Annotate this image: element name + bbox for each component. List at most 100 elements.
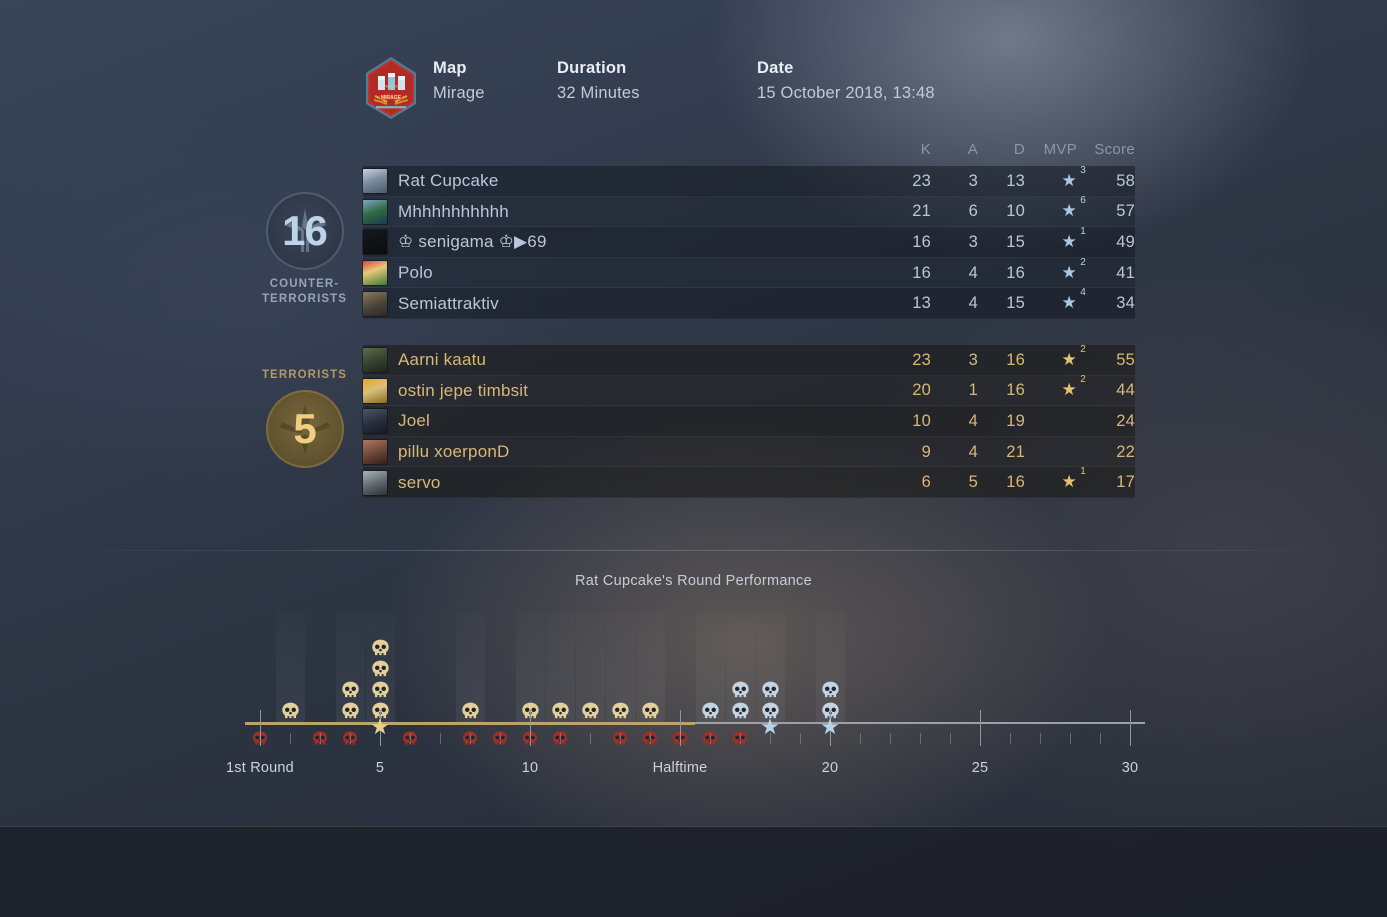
axis-tick xyxy=(290,733,291,744)
round-mvp-star-icon: ★ xyxy=(760,714,780,739)
player-deaths: 13 xyxy=(1006,171,1025,190)
avatar xyxy=(363,199,387,224)
round-column[interactable] xyxy=(695,612,725,722)
round-column[interactable] xyxy=(515,612,545,722)
chart-x-labels: 1st Round 5 10 Halftime 20 25 30 xyxy=(226,760,1145,782)
axis-tick xyxy=(920,733,921,744)
player-score: 22 xyxy=(1116,442,1135,461)
avatar xyxy=(363,470,387,495)
axis-tick-upper xyxy=(980,710,981,724)
meta-map: Map Mirage xyxy=(433,56,557,106)
player-mvp: ★ 2 xyxy=(1025,374,1086,400)
avatar xyxy=(363,261,387,286)
table-row[interactable]: ostin jepe timbsit 20 1 16 ★ 2 44 xyxy=(363,374,1135,407)
player-deaths: 16 xyxy=(1006,381,1025,400)
avatar xyxy=(363,291,387,316)
meta-duration: Duration 32 Minutes xyxy=(557,56,757,106)
table-row[interactable]: Joel 10 4 19 24 xyxy=(363,406,1135,437)
ct-score-disc: 16 xyxy=(265,192,344,270)
table-row[interactable]: Rat Cupcake 23 3 13 ★ 3 58 xyxy=(363,164,1135,197)
axis-tick xyxy=(800,733,801,744)
avatar xyxy=(363,409,387,434)
table-row[interactable]: pillu xoerponD 9 4 21 22 xyxy=(363,436,1135,468)
axis-tick xyxy=(410,733,411,744)
round-column[interactable] xyxy=(246,612,275,722)
star-icon: ★ 3 xyxy=(1061,164,1086,190)
match-details-page: MIRAGE OPERATION Map Mirage Duration 32 … xyxy=(0,0,1387,917)
player-mvp: ★ 3 xyxy=(1025,164,1086,191)
player-assists: 3 xyxy=(968,171,978,190)
table-row[interactable]: Polo 16 4 16 ★ 2 41 xyxy=(363,256,1135,289)
table-row[interactable]: Semiattraktiv 13 4 15 ★ 4 34 xyxy=(363,288,1135,319)
axis-tick xyxy=(680,724,681,746)
round-column[interactable] xyxy=(365,612,395,722)
axis-tick xyxy=(1010,733,1011,744)
axis-tick xyxy=(620,733,621,744)
avatar xyxy=(363,169,387,194)
mvp-count: 1 xyxy=(1080,466,1086,478)
player-score: 58 xyxy=(1116,171,1135,190)
round-column[interactable] xyxy=(306,612,335,722)
round-column[interactable] xyxy=(545,612,575,722)
player-name: Semiattraktiv xyxy=(398,293,499,313)
table-row[interactable]: Mhhhhhhhhhh 21 6 10 ★ 6 57 xyxy=(363,195,1135,228)
axis-tick xyxy=(980,724,981,746)
round-column[interactable] xyxy=(275,612,305,722)
round-column[interactable] xyxy=(635,612,665,722)
axis-tick xyxy=(1040,733,1041,744)
t-team-label: TERRORISTS xyxy=(261,369,348,381)
star-icon: ★ 2 xyxy=(1061,374,1086,400)
player-score: 55 xyxy=(1116,350,1135,369)
table-row[interactable]: Aarni kaatu 23 3 16 ★ 2 55 xyxy=(363,344,1135,376)
column-header-kills: K xyxy=(920,141,931,158)
round-column[interactable] xyxy=(396,612,425,722)
player-assists: 4 xyxy=(968,411,978,430)
player-name: servo xyxy=(398,472,441,492)
round-column[interactable] xyxy=(815,612,845,722)
player-deaths: 10 xyxy=(1006,202,1025,221)
axis-tick-upper xyxy=(680,710,681,724)
round-column[interactable] xyxy=(666,612,695,722)
axis-tick xyxy=(350,733,351,744)
player-kills: 9 xyxy=(921,442,931,461)
round-column[interactable] xyxy=(335,612,365,722)
round-column[interactable] xyxy=(455,612,485,722)
team-score-badge-ct: 16 COUNTER-TERRORISTS xyxy=(258,192,351,307)
svg-text:MIRAGE: MIRAGE xyxy=(381,95,402,101)
mvp-count: 1 xyxy=(1080,225,1086,237)
player-score: 24 xyxy=(1116,411,1135,430)
round-column[interactable] xyxy=(846,612,875,722)
meta-duration-label: Duration xyxy=(557,59,627,77)
x-axis-label: 20 xyxy=(821,760,839,776)
chart-round-columns xyxy=(245,612,1145,722)
meta-date: Date 15 October 2018, 13:48 xyxy=(757,56,935,106)
axis-tick xyxy=(950,733,951,744)
mvp-count: 6 xyxy=(1080,195,1086,207)
mvp-count: 2 xyxy=(1080,256,1086,268)
player-score: 44 xyxy=(1116,381,1135,400)
player-score: 34 xyxy=(1116,294,1135,313)
column-header-mvp: MVP xyxy=(1043,141,1077,158)
axis-tick-upper xyxy=(1130,710,1131,724)
table-row[interactable]: ♔ senigama ♔▶69 16 3 15 ★ 1 49 xyxy=(363,225,1135,258)
x-axis-label: 30 xyxy=(1121,760,1139,776)
axis-tick xyxy=(710,733,711,744)
round-column[interactable] xyxy=(426,612,455,722)
round-column[interactable] xyxy=(575,612,605,722)
round-column[interactable] xyxy=(486,612,515,722)
player-deaths: 16 xyxy=(1006,263,1025,282)
ct-team-label: COUNTER-TERRORISTS xyxy=(261,278,348,305)
table-row[interactable]: servo 6 5 16 ★ 1 17 xyxy=(363,467,1135,498)
ct-score-value: 16 xyxy=(282,207,328,254)
column-header-deaths: D xyxy=(1013,141,1025,158)
player-kills: 10 xyxy=(912,411,931,430)
player-deaths: 19 xyxy=(1006,411,1025,430)
round-column[interactable] xyxy=(725,612,755,722)
player-assists: 4 xyxy=(968,294,978,313)
round-column[interactable] xyxy=(755,612,785,722)
axis-tick xyxy=(440,733,441,744)
player-name: pillu xoerponD xyxy=(398,442,510,462)
round-column[interactable] xyxy=(605,612,635,722)
round-column[interactable] xyxy=(786,612,815,722)
player-score: 41 xyxy=(1116,263,1135,282)
